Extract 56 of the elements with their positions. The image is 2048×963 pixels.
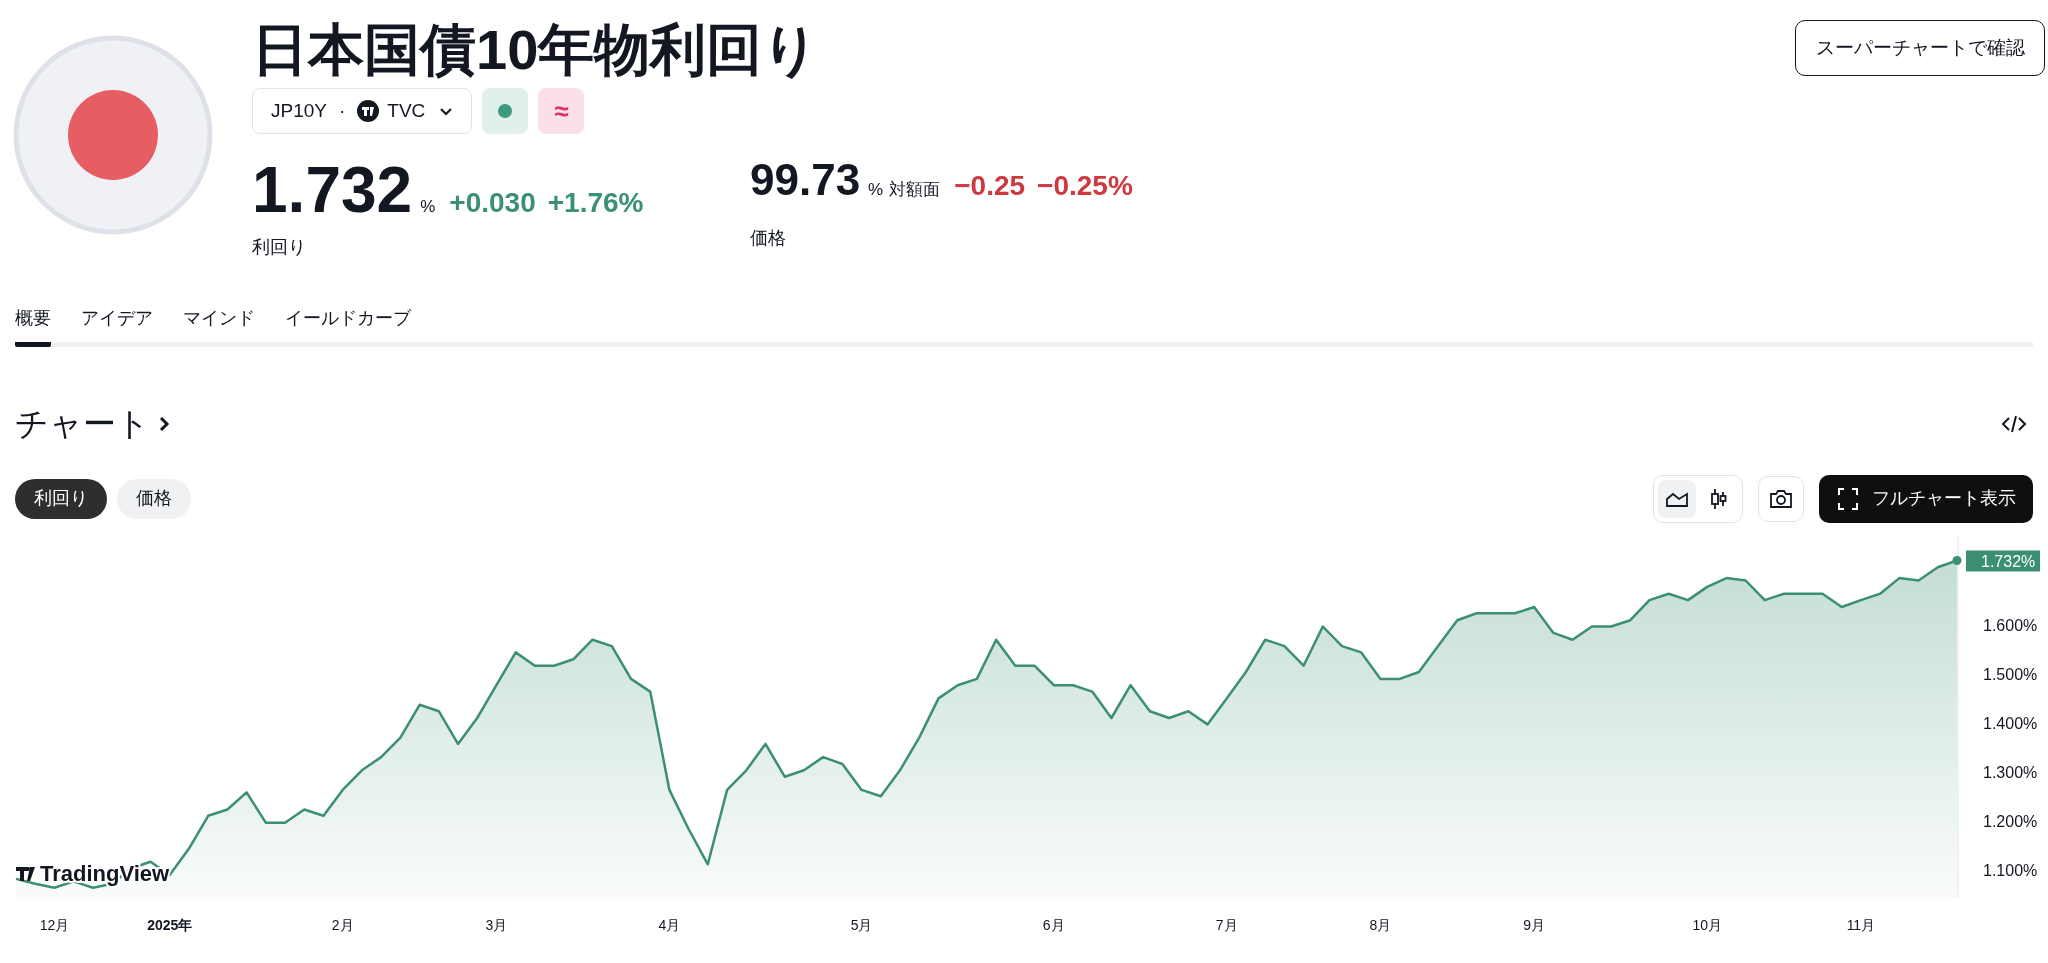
candlestick-icon <box>1709 486 1729 511</box>
x-axis-label: 2月 <box>331 916 354 933</box>
supercharts-button[interactable]: スーパーチャートで確認 <box>1795 20 2045 76</box>
x-axis-label: 12月 <box>39 916 70 933</box>
chevron-right-icon <box>158 414 170 433</box>
x-axis-label: 10月 <box>1692 916 1722 933</box>
x-axis-label: 7月 <box>1215 916 1238 933</box>
chart-style-button[interactable] <box>1658 479 1696 518</box>
x-axis-label: 3月 <box>485 916 508 933</box>
x-axis-label: 11月 <box>1846 916 1876 933</box>
change-percent: +1.76% <box>547 186 644 220</box>
nav-tab[interactable]: マインド <box>183 305 255 347</box>
nav-tab[interactable]: 概要 <box>15 305 51 347</box>
quote-label: 価格 <box>750 227 787 250</box>
change-value: +0.030 <box>449 186 536 220</box>
chevron-down-icon <box>439 106 454 116</box>
x-axis-label: 6月 <box>1042 916 1065 933</box>
qualifier-label: 対額面 <box>889 179 941 201</box>
delayed-data-badge[interactable]: ≈ <box>538 88 585 134</box>
camera-icon <box>1769 488 1793 509</box>
market-status-badge[interactable] <box>482 88 529 134</box>
y-axis-label: 1.400% <box>1983 714 2038 732</box>
x-axis-label: 4月 <box>658 916 681 933</box>
flag-icon <box>13 35 213 235</box>
series-toggle[interactable]: 価格 <box>117 478 191 519</box>
section-heading[interactable]: チャート <box>15 399 150 449</box>
last-point-marker <box>1952 555 1962 565</box>
status-dot-icon <box>498 104 513 118</box>
nav-tab[interactable]: アイデア <box>81 305 153 347</box>
quote-value: 99.73 <box>750 158 861 202</box>
change-value: −0.25 <box>954 169 1026 203</box>
change-percent: −0.25% <box>1037 169 1133 203</box>
y-axis-label: 1.600% <box>1983 616 2038 634</box>
unit-label: % <box>420 196 436 218</box>
embed-code-icon[interactable] <box>2001 413 2027 434</box>
quote-value: 1.732 <box>252 158 413 222</box>
full-chart-button[interactable]: フルチャート表示 <box>1819 474 2033 523</box>
page-title: 日本国債10年物利回り <box>252 18 821 82</box>
exchange-logo-icon <box>357 100 380 122</box>
series-toggle[interactable]: 利回り <box>15 478 107 519</box>
x-axis-label: 2025年 <box>147 916 193 933</box>
y-axis-label: 1.100% <box>1983 861 2038 879</box>
x-axis-label: 9月 <box>1523 916 1546 933</box>
symbol-selector[interactable]: JP10Y · TVC <box>252 88 473 134</box>
unit-label: % <box>868 179 884 201</box>
x-axis-label: 8月 <box>1369 916 1392 933</box>
quote-label: 利回り <box>252 236 307 259</box>
last-value-badge: 1.732% <box>1966 550 2040 571</box>
y-axis-label: 1.300% <box>1983 763 2038 781</box>
x-axis-label: 5月 <box>850 916 873 933</box>
fullscreen-icon <box>1836 486 1860 511</box>
y-axis-label: 1.500% <box>1983 665 2038 683</box>
nav-tab[interactable]: イールドカーブ <box>285 305 411 347</box>
tradingview-logo-icon <box>16 866 35 881</box>
screenshot-button[interactable] <box>1758 475 1804 522</box>
y-axis-label: 1.200% <box>1983 812 2038 830</box>
